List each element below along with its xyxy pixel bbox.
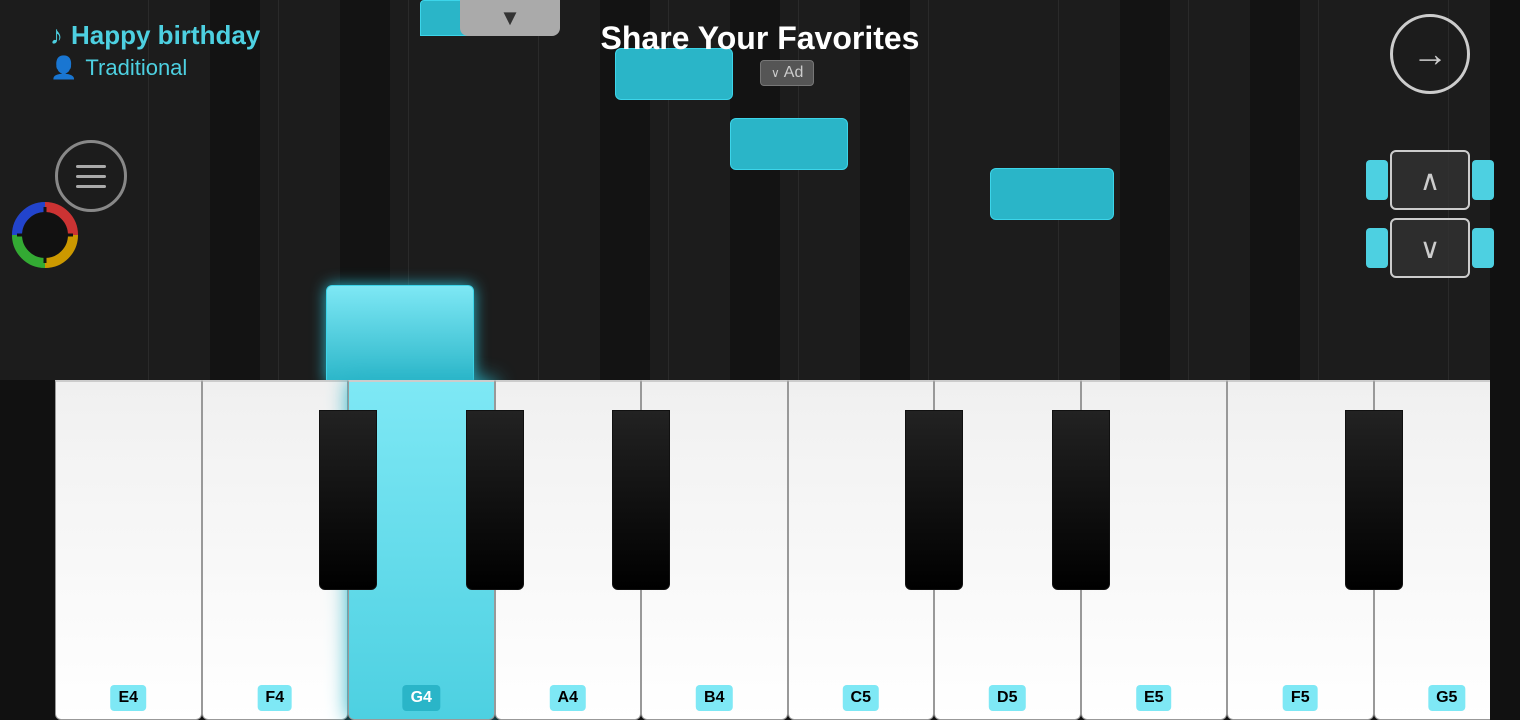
piano-keyboard: E4 F4 G4 A4 B4 C5 D5 E5 F5 G5 <box>0 380 1520 720</box>
lane-separator <box>928 0 929 380</box>
key-label-b4: B4 <box>696 685 732 711</box>
key-label-g5: G5 <box>1428 685 1465 711</box>
hamburger-icon <box>76 165 106 188</box>
black-key-gsharp4[interactable] <box>466 410 524 590</box>
white-keys: E4 F4 G4 A4 B4 C5 D5 E5 F5 G5 <box>55 380 1520 720</box>
nav-up-outer: ∧ <box>1390 150 1470 210</box>
share-banner: Share Your Favorites <box>601 20 920 57</box>
lane-separator <box>798 0 799 380</box>
progress-circle <box>10 200 80 270</box>
key-label-a4: A4 <box>550 685 586 711</box>
song-artist-text: Traditional <box>85 55 187 81</box>
note-block <box>730 118 848 170</box>
note-block <box>990 168 1114 220</box>
key-label-f5: F5 <box>1283 685 1318 711</box>
chevron-down-icon: ∨ <box>1420 232 1441 265</box>
song-artist: 👤 Traditional <box>50 55 260 81</box>
next-button[interactable]: → <box>1390 14 1470 94</box>
key-label-e5: E5 <box>1136 685 1172 711</box>
right-strip <box>1490 0 1520 720</box>
music-note-icon: ♪ <box>50 20 63 51</box>
app-container: ▼ ♪ Happy birthday 👤 Traditional Share Y… <box>0 0 1520 720</box>
share-text: Share Your Favorites <box>601 20 920 56</box>
black-key-dsharp5[interactable] <box>1052 410 1110 590</box>
key-label-d5: D5 <box>989 685 1025 711</box>
key-label-g4: G4 <box>403 685 440 711</box>
dropdown-icon: ▼ <box>499 5 521 31</box>
lane-separator <box>1188 0 1189 380</box>
nav-buttons: ∧ ∨ <box>1390 150 1470 278</box>
key-label-f4: F4 <box>257 685 292 711</box>
lane-separator <box>278 0 279 380</box>
song-title: ♪ Happy birthday <box>50 20 260 51</box>
next-arrow-icon: → <box>1412 33 1448 75</box>
black-key-fsharp5[interactable] <box>1345 410 1403 590</box>
nav-up-button[interactable]: ∧ <box>1390 150 1470 210</box>
nav-down-button[interactable]: ∨ <box>1390 218 1470 278</box>
black-lane <box>1120 0 1170 380</box>
song-info: ♪ Happy birthday 👤 Traditional <box>50 20 260 81</box>
black-key-fsharp4[interactable] <box>319 410 377 590</box>
nav-handle-right <box>1474 228 1494 268</box>
black-lane <box>730 0 780 380</box>
white-key-e4[interactable]: E4 <box>55 380 202 720</box>
ad-label: Ad <box>784 64 804 82</box>
left-strip <box>0 380 55 720</box>
ad-badge[interactable]: ∨ Ad <box>760 60 814 86</box>
black-key-csharp5[interactable] <box>905 410 963 590</box>
note-block-active <box>326 285 474 380</box>
ad-chevron: ∨ <box>771 66 780 80</box>
lane-separator <box>538 0 539 380</box>
dropdown-button[interactable]: ▼ <box>460 0 560 36</box>
lane-separator <box>1318 0 1319 380</box>
key-label-c5: C5 <box>843 685 879 711</box>
black-lane <box>860 0 910 380</box>
nav-handle-left <box>1366 160 1386 200</box>
chevron-up-icon: ∧ <box>1420 164 1441 197</box>
nav-handle-left <box>1366 228 1386 268</box>
piano-roll: ▼ ♪ Happy birthday 👤 Traditional Share Y… <box>0 0 1520 380</box>
black-key-asharp4[interactable] <box>612 410 670 590</box>
nav-handle-right <box>1474 160 1494 200</box>
black-lane <box>1250 0 1300 380</box>
song-title-text: Happy birthday <box>71 20 260 51</box>
key-label-e4: E4 <box>110 685 146 711</box>
nav-down-outer: ∨ <box>1390 218 1470 278</box>
person-icon: 👤 <box>50 55 77 81</box>
